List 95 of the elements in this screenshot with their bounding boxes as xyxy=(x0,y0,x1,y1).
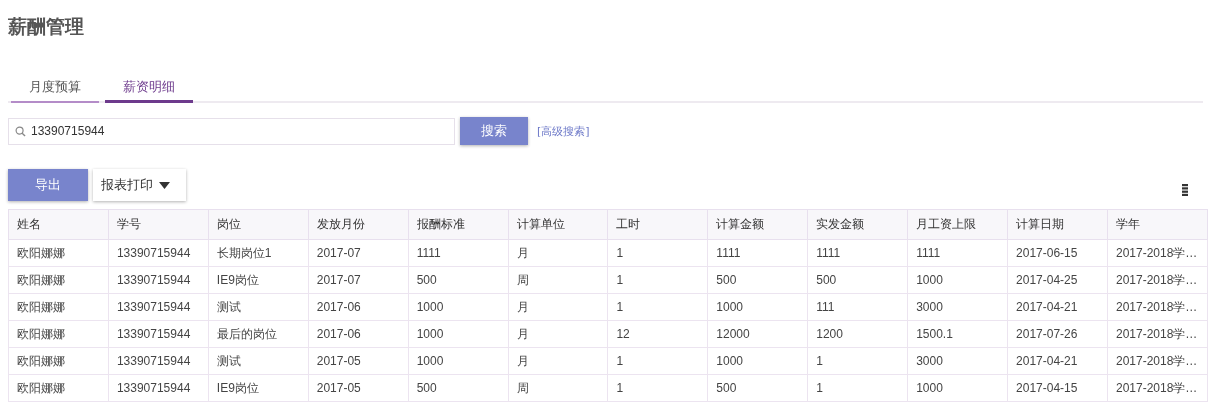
column-header[interactable]: 姓名 xyxy=(8,209,109,240)
table-cell: 欧阳娜娜 xyxy=(8,266,109,294)
table-cell: 3000 xyxy=(907,293,1008,321)
table-cell: 2017-06 xyxy=(308,320,409,348)
table-cell: 2017-2018学… xyxy=(1107,239,1208,267)
table-cell: IE9岗位 xyxy=(208,266,309,294)
table-cell: 1000 xyxy=(707,347,808,375)
table-cell: 500 xyxy=(408,374,509,402)
table-cell: 13390715944 xyxy=(108,320,209,348)
table-cell: 1000 xyxy=(408,347,509,375)
column-header[interactable]: 实发金额 xyxy=(807,209,908,240)
table-cell: 1200 xyxy=(807,320,908,348)
search-icon xyxy=(15,125,26,137)
table-cell: 月 xyxy=(508,239,608,267)
table-cell: 500 xyxy=(408,266,509,294)
table-cell: 周 xyxy=(508,374,608,402)
table-cell: 长期岗位1 xyxy=(208,239,309,267)
search-field[interactable]: 13390715944 xyxy=(8,117,455,145)
table-cell: 2017-07 xyxy=(308,239,409,267)
table-cell: 1 xyxy=(607,239,708,267)
table-cell: 2017-04-25 xyxy=(1007,266,1108,294)
table-cell: 2017-06-15 xyxy=(1007,239,1108,267)
column-header[interactable]: 报酬标准 xyxy=(408,209,509,240)
table-cell: 2017-04-15 xyxy=(1007,374,1108,402)
table-cell: 500 xyxy=(807,266,908,294)
page-title: 薪酬管理 xyxy=(8,14,85,39)
table-cell: 13390715944 xyxy=(108,239,209,267)
advanced-search-link[interactable]: [高级搜索] xyxy=(537,123,590,139)
column-header[interactable]: 计算单位 xyxy=(508,209,608,240)
table-cell: IE9岗位 xyxy=(208,374,309,402)
table-cell: 2017-2018学… xyxy=(1107,293,1208,321)
table-cell: 1 xyxy=(807,374,908,402)
table-cell: 13390715944 xyxy=(108,293,209,321)
column-header[interactable]: 学号 xyxy=(108,209,209,240)
table-cell: 1 xyxy=(607,374,708,402)
search-button[interactable]: 搜索 xyxy=(460,117,528,145)
table-cell: 2017-04-21 xyxy=(1007,347,1108,375)
table-cell: 1000 xyxy=(408,320,509,348)
table-cell: 1000 xyxy=(408,293,509,321)
table-cell: 1 xyxy=(607,266,708,294)
caret-icon xyxy=(159,181,170,189)
column-header[interactable]: 计算金额 xyxy=(707,209,808,240)
table-cell: 2017-2018学… xyxy=(1107,320,1208,348)
table-cell: 欧阳娜娜 xyxy=(8,374,109,402)
export-button[interactable]: 导出 xyxy=(8,169,88,201)
table-cell: 欧阳娜娜 xyxy=(8,293,109,321)
table-cell: 2017-06 xyxy=(308,293,409,321)
table-cell: 测试 xyxy=(208,293,309,321)
tab[interactable]: 薪资明细 xyxy=(105,76,193,103)
table-cell: 测试 xyxy=(208,347,309,375)
table-cell: 13390715944 xyxy=(108,374,209,402)
table-cell: 1000 xyxy=(907,374,1008,402)
table-cell: 2017-2018学… xyxy=(1107,266,1208,294)
table-cell: 2017-07-26 xyxy=(1007,320,1108,348)
table-cell: 欧阳娜娜 xyxy=(8,239,109,267)
table-cell: 2017-2018学… xyxy=(1107,347,1208,375)
table-cell: 500 xyxy=(707,374,808,402)
table-cell: 2017-05 xyxy=(308,374,409,402)
table-cell: 1111 xyxy=(408,239,509,267)
columns-icon[interactable] xyxy=(1182,184,1188,196)
table-cell: 最后的岗位 xyxy=(208,320,309,348)
table-cell: 1111 xyxy=(707,239,808,267)
table-cell: 2017-2018学… xyxy=(1107,374,1208,402)
table-cell: 1 xyxy=(807,347,908,375)
column-header[interactable]: 发放月份 xyxy=(308,209,409,240)
table-cell: 111 xyxy=(807,293,908,321)
table-cell: 月 xyxy=(508,347,608,375)
column-header[interactable]: 岗位 xyxy=(208,209,309,240)
table-cell: 13390715944 xyxy=(108,347,209,375)
table-cell: 1 xyxy=(607,293,708,321)
table-cell: 2017-04-21 xyxy=(1007,293,1108,321)
table-cell: 1000 xyxy=(707,293,808,321)
table-cell: 2017-05 xyxy=(308,347,409,375)
table-cell: 1000 xyxy=(907,266,1008,294)
table-cell: 12000 xyxy=(707,320,808,348)
table-cell: 1 xyxy=(607,347,708,375)
column-header[interactable]: 计算日期 xyxy=(1007,209,1108,240)
table-cell: 1500.1 xyxy=(907,320,1008,348)
table-cell: 500 xyxy=(707,266,808,294)
table-cell: 1111 xyxy=(807,239,908,267)
column-header[interactable]: 月工资上限 xyxy=(907,209,1008,240)
table-cell: 2017-07 xyxy=(308,266,409,294)
table-cell: 周 xyxy=(508,266,608,294)
table-cell: 欧阳娜娜 xyxy=(8,320,109,348)
column-header[interactable]: 学年 xyxy=(1107,209,1208,240)
table-cell: 12 xyxy=(607,320,708,348)
print-dropdown[interactable]: 报表打印 xyxy=(93,169,186,201)
table-cell: 月 xyxy=(508,320,608,348)
table-cell: 1111 xyxy=(907,239,1008,267)
table-cell: 月 xyxy=(508,293,608,321)
table-cell: 13390715944 xyxy=(108,266,209,294)
tab[interactable]: 月度预算 xyxy=(11,76,99,103)
table-cell: 欧阳娜娜 xyxy=(8,347,109,375)
column-header[interactable]: 工时 xyxy=(607,209,708,240)
table-cell: 3000 xyxy=(907,347,1008,375)
